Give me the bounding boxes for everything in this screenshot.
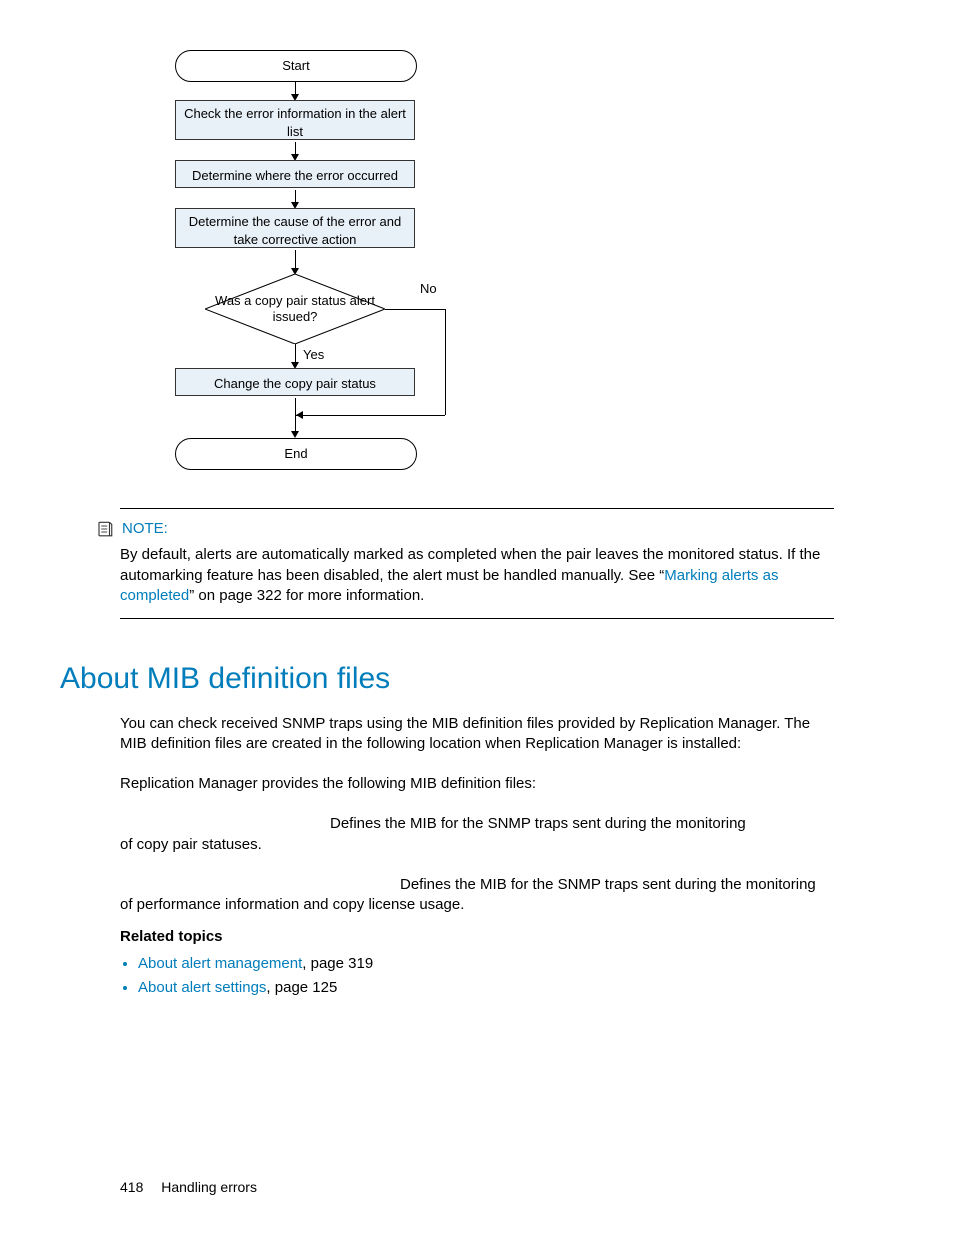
mib-def-1: Defines the MIB for the SNMP traps sent … bbox=[120, 814, 834, 855]
note-body: By default, alerts are automatically mar… bbox=[120, 545, 834, 606]
flowchart-start: Start bbox=[175, 50, 417, 82]
note-icon bbox=[96, 520, 114, 538]
decision-no-label: No bbox=[420, 280, 437, 298]
arrow-down-icon bbox=[291, 431, 299, 438]
list-item: About alert management, page 319 bbox=[138, 954, 834, 974]
document-page: Start Check the error information in the… bbox=[0, 0, 954, 1235]
mib-def-2: Defines the MIB for the SNMP traps sent … bbox=[120, 875, 834, 916]
list-item: About alert settings, page 125 bbox=[138, 978, 834, 998]
arrow-left-icon bbox=[296, 411, 303, 419]
flowchart-end: End bbox=[175, 438, 417, 470]
flowchart: Start Check the error information in the… bbox=[175, 50, 465, 480]
page-footer: 418 Handling errors bbox=[120, 1178, 257, 1197]
section-p1: You can check received SNMP traps using … bbox=[120, 714, 834, 755]
flowchart-step-check-error: Check the error information in the alert… bbox=[175, 100, 415, 140]
flowchart-step-change-status: Change the copy pair status bbox=[175, 368, 415, 396]
note-title: NOTE: bbox=[122, 519, 168, 539]
def2b: of performance information and copy lice… bbox=[120, 896, 464, 913]
def2a: Defines the MIB for the SNMP traps sent … bbox=[400, 876, 816, 893]
decision-text: Was a copy pair status alert issued? bbox=[205, 274, 385, 344]
note-block: NOTE: By default, alerts are automatical… bbox=[120, 508, 834, 619]
def1a: Defines the MIB for the SNMP traps sent … bbox=[330, 815, 746, 832]
connector bbox=[445, 309, 446, 415]
chapter-title: Handling errors bbox=[161, 1179, 257, 1195]
note-text-post: ” on page 322 for more information. bbox=[189, 587, 424, 604]
connector bbox=[295, 415, 445, 416]
related-topics-heading: Related topics bbox=[120, 927, 834, 947]
page-number: 418 bbox=[120, 1179, 143, 1195]
section-p2: Replication Manager provides the followi… bbox=[120, 774, 834, 794]
section-heading: About MIB definition files bbox=[60, 659, 834, 700]
flowchart-decision: Was a copy pair status alert issued? bbox=[205, 274, 385, 344]
page-ref: , page 319 bbox=[302, 955, 373, 972]
related-topics-list: About alert management, page 319 About a… bbox=[120, 954, 834, 999]
connector bbox=[295, 250, 296, 270]
about-alert-settings-link[interactable]: About alert settings bbox=[138, 979, 266, 996]
page-ref: , page 125 bbox=[266, 979, 337, 996]
def1b: of copy pair statuses. bbox=[120, 836, 262, 853]
connector bbox=[295, 344, 296, 364]
about-alert-management-link[interactable]: About alert management bbox=[138, 955, 302, 972]
flowchart-step-determine-cause: Determine the cause of the error and tak… bbox=[175, 208, 415, 248]
connector bbox=[385, 309, 445, 310]
flowchart-step-determine-where: Determine where the error occurred bbox=[175, 160, 415, 188]
note-header: NOTE: bbox=[96, 519, 834, 539]
decision-yes-label: Yes bbox=[303, 346, 324, 364]
